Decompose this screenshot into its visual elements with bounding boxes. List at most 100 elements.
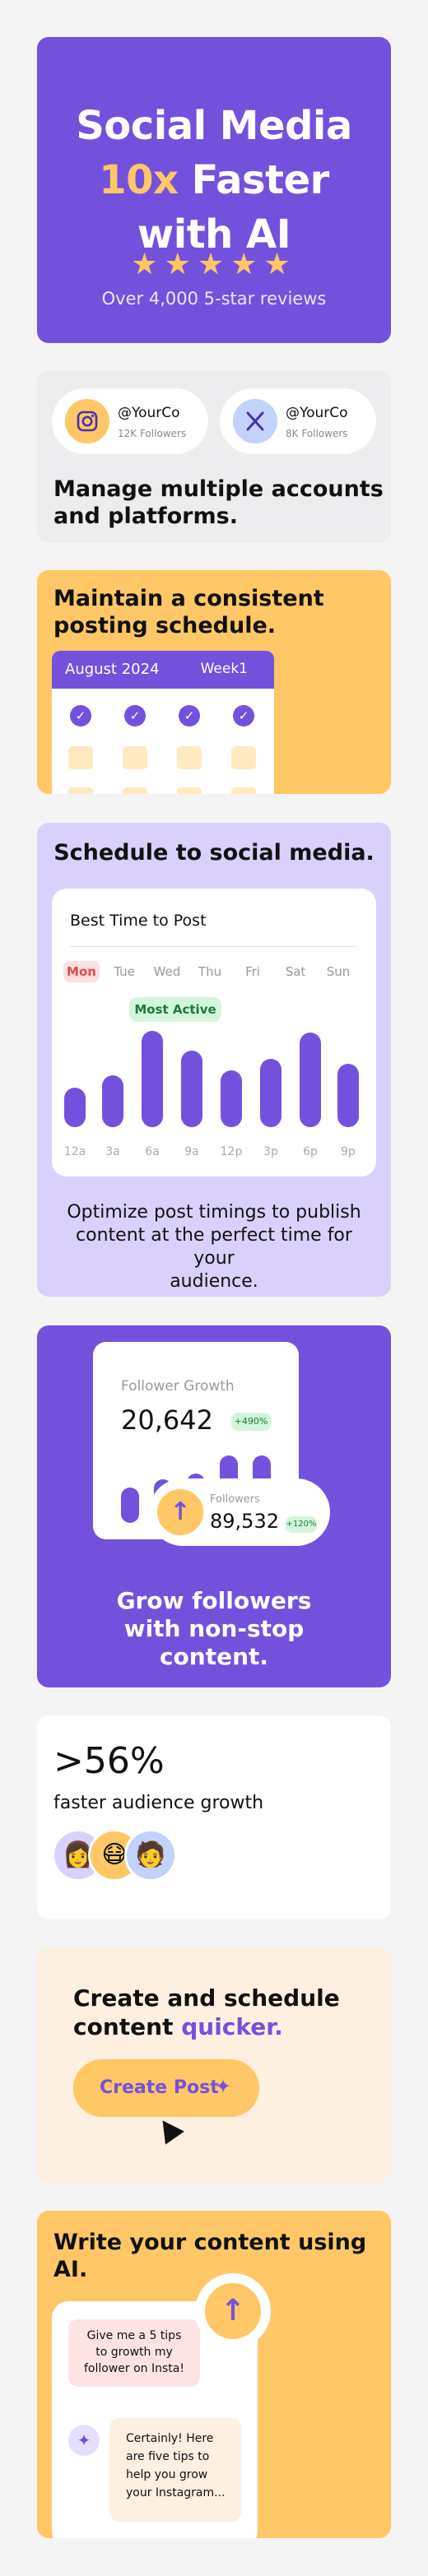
- calendar-month[interactable]: August 2024: [65, 661, 160, 678]
- check-icon[interactable]: ✓: [179, 705, 200, 726]
- check-icon[interactable]: ✓: [124, 705, 146, 726]
- instagram-handle: @YourCo: [118, 405, 180, 421]
- day-tab-sun[interactable]: Sun: [320, 964, 356, 979]
- calendar-slot[interactable]: [177, 746, 202, 769]
- ai-reply-line-3: help you grow: [126, 2468, 208, 2481]
- best-time-description: Optimize post timings to publish content…: [54, 1201, 374, 1293]
- hero-title-line-2: 10x Faster: [37, 157, 391, 203]
- day-tab-fri[interactable]: Fri: [235, 964, 271, 979]
- calendar-slot[interactable]: [123, 787, 147, 794]
- ai-sparkle-icon: ✦: [68, 2425, 100, 2456]
- x-handle: @YourCo: [286, 405, 348, 421]
- star-rating-icon: ★★★★★: [131, 248, 297, 281]
- follower-growth-value: 20,642: [121, 1404, 213, 1436]
- hero-title-line-1: Social Media: [76, 103, 352, 149]
- time-tick-label: 9p: [341, 1145, 356, 1158]
- calendar-slot[interactable]: [123, 746, 147, 769]
- arrow-up-icon: ↑: [205, 2283, 261, 2339]
- arrow-up-icon[interactable]: ↑: [157, 1489, 203, 1535]
- stat-card: >56% faster audience growth 👩 😷 🧑: [37, 1715, 391, 1919]
- growth-text-line-3: content.: [159, 1643, 269, 1670]
- activity-bar: [102, 1075, 123, 1127]
- calendar-slot[interactable]: [177, 787, 202, 794]
- activity-bar: [260, 1059, 281, 1127]
- ai-reply-bubble: Certainly! Here are five tips to help yo…: [109, 2418, 241, 2522]
- best-time-card: Schedule to social media. Best Time to P…: [37, 823, 391, 1297]
- growth-text-line-1: Grow followers: [116, 1587, 312, 1614]
- calendar-slot[interactable]: [231, 746, 256, 769]
- calendar-slot[interactable]: [231, 787, 256, 794]
- growth-text: Grow followers with non-stop content.: [37, 1587, 391, 1671]
- activity-bar: [64, 1088, 86, 1127]
- calendar-widget: August 2024 Week1 ✓ ✓ ✓ ✓: [52, 651, 274, 794]
- user-prompt-bubble: Give me a 5 tips to growth my follower o…: [68, 2319, 200, 2387]
- calendar-week[interactable]: Week1: [201, 661, 248, 677]
- check-icon[interactable]: ✓: [233, 705, 254, 726]
- hero-card: Social Media 10x Faster with AI ★★★★★ Ov…: [37, 37, 391, 343]
- send-button[interactable]: ↑: [195, 2273, 271, 2349]
- create-card: Create and schedule content quicker. Cre…: [37, 1947, 391, 2183]
- time-tick-label: 3p: [263, 1145, 278, 1158]
- follower-growth-label: Follower Growth: [121, 1378, 235, 1395]
- follower-growth-badge: +490%: [231, 1413, 271, 1431]
- user-prompt-line-3: follower on Insta!: [84, 2362, 184, 2375]
- followers-label: Followers: [210, 1493, 260, 1506]
- accounts-heading-line-2: and platforms.: [54, 504, 238, 529]
- time-tick-label: 12p: [220, 1145, 243, 1158]
- day-tab-wed[interactable]: Wed: [149, 964, 185, 979]
- activity-bar: [337, 1064, 359, 1127]
- time-tick-label: 9a: [184, 1145, 199, 1158]
- ai-heading-line-2: AI.: [54, 2257, 88, 2282]
- day-tab-mon[interactable]: Mon: [63, 961, 100, 982]
- best-time-description-line-2: content at the perfect time for your: [76, 1225, 352, 1269]
- activity-bar: [142, 1031, 163, 1127]
- time-tick-label: 6p: [303, 1145, 318, 1158]
- stat-value: >56%: [54, 1740, 165, 1782]
- followers-pill: ↑ Followers 89,532 +120%: [149, 1478, 330, 1546]
- day-tab-thu[interactable]: Thu: [192, 964, 228, 979]
- schedule-heading-line-1: Maintain a consistent: [54, 586, 324, 611]
- create-heading-content: content: [73, 2013, 182, 2040]
- calendar-slot[interactable]: [68, 746, 93, 769]
- time-tick-label: 6a: [145, 1145, 160, 1158]
- day-tab-sat[interactable]: Sat: [277, 964, 314, 979]
- ai-reply-line-4: your Instagram...: [126, 2486, 226, 2499]
- x-followers: 8K Followers: [286, 428, 348, 439]
- best-time-heading: Schedule to social media.: [54, 840, 374, 866]
- most-active-badge: Most Active: [129, 997, 221, 1022]
- create-heading-line-1: Create and schedule: [73, 1984, 340, 2012]
- hero-title-accent: 10x: [99, 157, 179, 203]
- sparkle-icon: ✦: [215, 2075, 232, 2098]
- instagram-account-pill[interactable]: @YourCo 12K Followers: [52, 388, 208, 454]
- instagram-icon: [65, 399, 109, 443]
- hero-reviews-text: Over 4,000 5-star reviews: [101, 289, 327, 309]
- calendar-slot[interactable]: [68, 787, 93, 794]
- accounts-card: @YourCo 12K Followers @YourCo 8K Followe…: [37, 370, 391, 543]
- schedule-card: Maintain a consistent posting schedule. …: [37, 570, 391, 794]
- stat-subtitle: faster audience growth: [54, 1793, 264, 1813]
- create-post-label: Create Post: [100, 2077, 219, 2098]
- calendar-header: August 2024 Week1: [52, 651, 274, 689]
- x-account-pill[interactable]: @YourCo 8K Followers: [220, 388, 376, 454]
- create-heading-accent: quicker.: [181, 2013, 283, 2040]
- user-prompt-line-1: Give me a 5 tips: [86, 2329, 182, 2342]
- day-tab-tue[interactable]: Tue: [106, 964, 142, 979]
- activity-bar: [300, 1033, 321, 1127]
- best-time-description-line-1: Optimize post timings to publish: [67, 1202, 361, 1223]
- create-heading-line-2: content quicker.: [73, 2012, 340, 2041]
- time-tick-label: 3a: [105, 1145, 120, 1158]
- ai-heading: Write your content using AI.: [54, 2229, 366, 2283]
- check-icon[interactable]: ✓: [70, 705, 91, 726]
- followers-badge: +120%: [286, 1516, 317, 1533]
- ai-heading-line-1: Write your content using: [54, 2230, 367, 2255]
- activity-bar: [221, 1070, 242, 1127]
- best-time-panel-title: Best Time to Post: [70, 912, 207, 930]
- schedule-heading-line-2: posting schedule.: [54, 613, 277, 638]
- followers-value: 89,532: [210, 1510, 279, 1533]
- activity-bar: [181, 1051, 202, 1127]
- user-prompt-line-2: to growth my: [95, 2346, 173, 2359]
- create-post-button[interactable]: Create Post ✦: [73, 2059, 259, 2117]
- ai-reply-line-1: Certainly! Here: [126, 2432, 214, 2445]
- x-icon: [233, 399, 277, 443]
- accounts-heading-line-1: Manage multiple accounts: [54, 476, 384, 502]
